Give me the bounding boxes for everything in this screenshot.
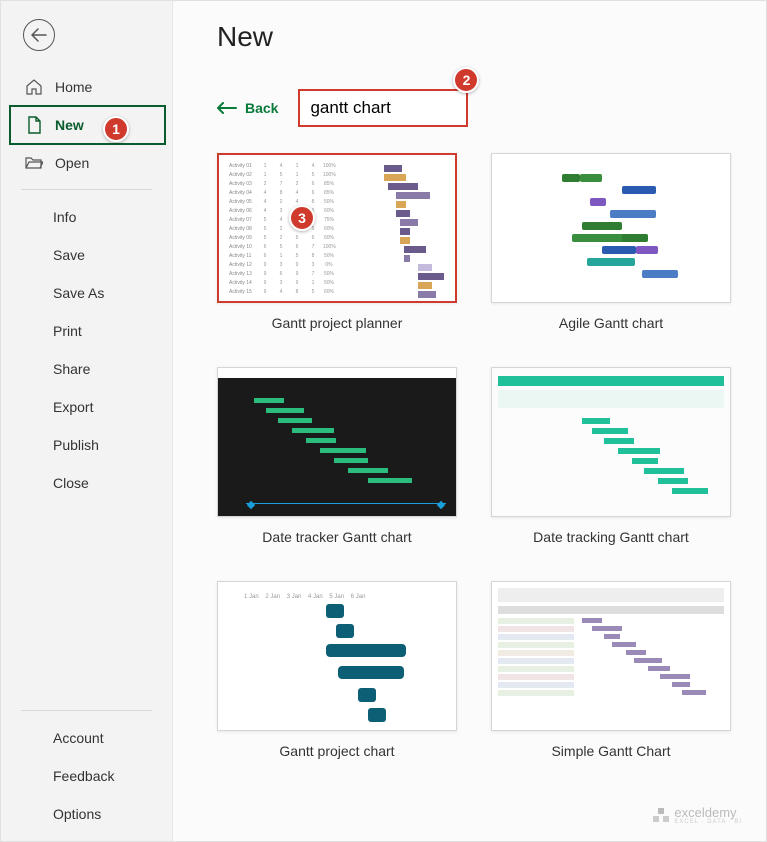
sidebar-item-info[interactable]: Info xyxy=(1,198,172,236)
sidebar-divider-bottom xyxy=(21,710,152,711)
sidebar-item-print[interactable]: Print xyxy=(1,312,172,350)
sidebar-item-feedback[interactable]: Feedback xyxy=(1,757,172,795)
template-gantt-project-planner[interactable]: Activity 011414100% Activity 021515100% … xyxy=(217,153,457,331)
page-title: New xyxy=(217,21,736,53)
watermark-tagline: EXCEL · DATA · BI xyxy=(674,819,742,825)
sidebar-divider xyxy=(21,189,152,190)
sidebar-label-home: Home xyxy=(55,79,92,95)
watermark: exceldemy EXCEL · DATA · BI xyxy=(652,806,742,825)
sidebar-item-save-as[interactable]: Save As xyxy=(1,274,172,312)
callout-1: 1 xyxy=(103,116,129,142)
backstage-sidebar: Home New 1 Open Info Save Save As Print … xyxy=(1,1,173,841)
sidebar-item-options[interactable]: Options xyxy=(1,795,172,833)
sidebar-item-share[interactable]: Share xyxy=(1,350,172,388)
template-label: Date tracker Gantt chart xyxy=(262,529,411,545)
back-button[interactable] xyxy=(23,19,55,51)
sidebar-item-home[interactable]: Home xyxy=(1,69,172,105)
sidebar-label-new: New xyxy=(55,117,84,133)
logo-icon xyxy=(652,807,670,825)
template-label: Agile Gantt chart xyxy=(559,315,663,331)
main-content: New Back 2 Activity 011414100% Activity … xyxy=(173,1,766,841)
template-label: Simple Gantt Chart xyxy=(551,743,670,759)
template-search-box: 2 xyxy=(298,89,468,127)
home-icon xyxy=(25,78,43,96)
template-label: Gantt project chart xyxy=(279,743,394,759)
sidebar-item-new[interactable]: New xyxy=(9,105,166,145)
template-date-tracking-gantt-chart[interactable]: Date tracking Gantt chart xyxy=(491,367,731,545)
template-thumbnail xyxy=(491,581,731,731)
template-label: Date tracking Gantt chart xyxy=(533,529,689,545)
template-label: Gantt project planner xyxy=(272,315,403,331)
search-back-link[interactable]: Back xyxy=(217,100,278,116)
sidebar-item-close[interactable]: Close xyxy=(1,464,172,502)
template-thumbnail: 1 Jan 2 Jan 3 Jan 4 Jan 5 Jan 6 Jan xyxy=(217,581,457,731)
sidebar-item-account[interactable]: Account xyxy=(1,719,172,757)
template-thumbnail: Activity 011414100% Activity 021515100% … xyxy=(217,153,457,303)
sidebar-label-open: Open xyxy=(55,155,89,171)
watermark-brand: exceldemy xyxy=(674,806,742,819)
folder-open-icon xyxy=(25,154,43,172)
arrow-left-icon xyxy=(217,102,237,114)
sidebar-item-open[interactable]: Open xyxy=(1,145,172,181)
template-simple-gantt-chart[interactable]: Simple Gantt Chart xyxy=(491,581,731,759)
sidebar-bottom-group: Account Feedback Options xyxy=(1,702,172,841)
arrow-left-icon xyxy=(31,28,47,42)
template-agile-gantt-chart[interactable]: Agile Gantt chart xyxy=(491,153,731,331)
search-row: Back 2 xyxy=(217,89,736,127)
sidebar-item-save[interactable]: Save xyxy=(1,236,172,274)
back-label: Back xyxy=(245,100,278,116)
template-search-input[interactable] xyxy=(310,98,456,118)
template-gantt-project-chart[interactable]: 1 Jan 2 Jan 3 Jan 4 Jan 5 Jan 6 Jan Gant… xyxy=(217,581,457,759)
callout-2: 2 xyxy=(453,67,479,93)
sidebar-item-publish[interactable]: Publish xyxy=(1,426,172,464)
template-thumbnail xyxy=(491,153,731,303)
template-grid: Activity 011414100% Activity 021515100% … xyxy=(217,153,736,759)
sidebar-item-export[interactable]: Export xyxy=(1,388,172,426)
document-icon xyxy=(25,116,43,134)
callout-3: 3 xyxy=(289,205,315,231)
template-date-tracker-gantt-chart[interactable]: Date tracker Gantt chart xyxy=(217,367,457,545)
template-thumbnail xyxy=(491,367,731,517)
template-thumbnail xyxy=(217,367,457,517)
